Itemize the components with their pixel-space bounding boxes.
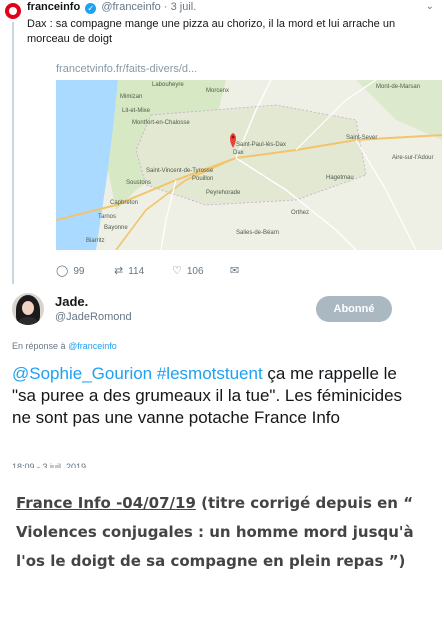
map-card[interactable]: Montfort-en-Chalosse Saint-Paul-lès-Dax … xyxy=(56,80,442,250)
map-label: Montfort-en-Chalosse xyxy=(132,120,190,126)
heart-icon: ♡ xyxy=(172,265,182,277)
map-label: Lit-et-Mixe xyxy=(122,108,151,114)
user-name[interactable]: Jade. xyxy=(55,294,88,309)
thread-line xyxy=(12,22,14,284)
chevron-down-icon[interactable]: ⌄ xyxy=(426,1,434,12)
retweet-button[interactable]: ⇄ 114 xyxy=(114,264,144,277)
map-label: Saint-Vincent-de-Tyrosse xyxy=(146,168,214,174)
follow-button[interactable]: Abonné xyxy=(316,296,392,322)
verified-badge-icon: ✓ xyxy=(85,3,97,14)
quoted-tweet[interactable]: franceinfo ✓ @franceinfo · 3 juil. ⌄ Dax… xyxy=(0,0,444,287)
retweet-icon: ⇄ xyxy=(114,265,124,277)
map-label: Pouillon xyxy=(192,176,214,182)
tweet-date[interactable]: 3 juil. xyxy=(171,1,197,13)
avatar[interactable] xyxy=(12,293,44,325)
franceinfo-avatar[interactable] xyxy=(5,3,21,19)
caption-text: France Info -04/07/19 (titre corrigé dep… xyxy=(16,489,436,576)
map-label: Tarnos xyxy=(98,214,117,220)
map-label: Soustons xyxy=(126,180,152,186)
tweet-text: Dax : sa compagne mange une pizza au cho… xyxy=(27,18,396,45)
map-label: Capbreton xyxy=(110,200,139,206)
message-button[interactable]: ✉ xyxy=(230,264,244,277)
map-label: Mont-de-Marsan xyxy=(376,84,421,90)
reply-count: 99 xyxy=(73,266,85,277)
caption-block: France Info -04/07/19 (titre corrigé dep… xyxy=(0,468,444,618)
map-label: Morcenx xyxy=(206,88,230,94)
map-label: Saint-Paul-lès-Dax xyxy=(236,142,287,148)
mention-links[interactable]: @Sophie_Gourion #lesmotstuent xyxy=(12,364,263,383)
like-button[interactable]: ♡ 106 xyxy=(172,264,204,277)
reply-to-link[interactable]: @franceinfo xyxy=(68,341,117,351)
article-link[interactable]: francetvinfo.fr/faits-divers/d... xyxy=(56,63,197,75)
tweet-timestamp[interactable]: 18:09 - 3 juil. 2019 xyxy=(12,460,86,468)
tweet-text: @Sophie_Gourion #lesmotstuent ça me rapp… xyxy=(12,363,412,429)
reply-context: En réponse à @franceinfo xyxy=(12,341,117,351)
map-label: Mimizan xyxy=(120,94,143,100)
user-handle[interactable]: @JadeRomond xyxy=(55,311,132,323)
map-label: Biarritz xyxy=(86,238,105,244)
quoted-tweet-header: franceinfo ✓ @franceinfo · 3 juil. xyxy=(27,1,196,14)
separator-dot: · xyxy=(163,1,168,13)
map-label: Dax xyxy=(233,150,244,156)
retweet-count: 114 xyxy=(128,266,145,277)
like-count: 106 xyxy=(186,266,204,277)
caption-source: France Info -04/07/19 xyxy=(16,494,196,512)
map-label: Aire-sur-l'Adour xyxy=(392,155,434,161)
map-label: Peyrehorade xyxy=(206,190,241,196)
reply-icon: ◯ xyxy=(56,265,69,277)
map-label: Labouheyre xyxy=(152,82,184,88)
reply-prefix: En réponse à xyxy=(12,341,66,351)
reply-button[interactable]: ◯ 99 xyxy=(56,264,84,277)
map-label: Saint-Sever xyxy=(346,135,378,141)
account-handle[interactable]: @franceinfo xyxy=(101,1,160,13)
map-label: Hagetmau xyxy=(326,175,354,181)
map-label: Orthez xyxy=(291,210,310,216)
map-label: Salies-de-Béarn xyxy=(236,230,280,236)
map-label: Bayonne xyxy=(104,225,128,231)
mail-icon: ✉ xyxy=(230,265,240,277)
reply-tweet[interactable]: Jade. @JadeRomond Abonné En réponse à @f… xyxy=(0,287,444,468)
account-name[interactable]: franceinfo xyxy=(27,1,80,13)
